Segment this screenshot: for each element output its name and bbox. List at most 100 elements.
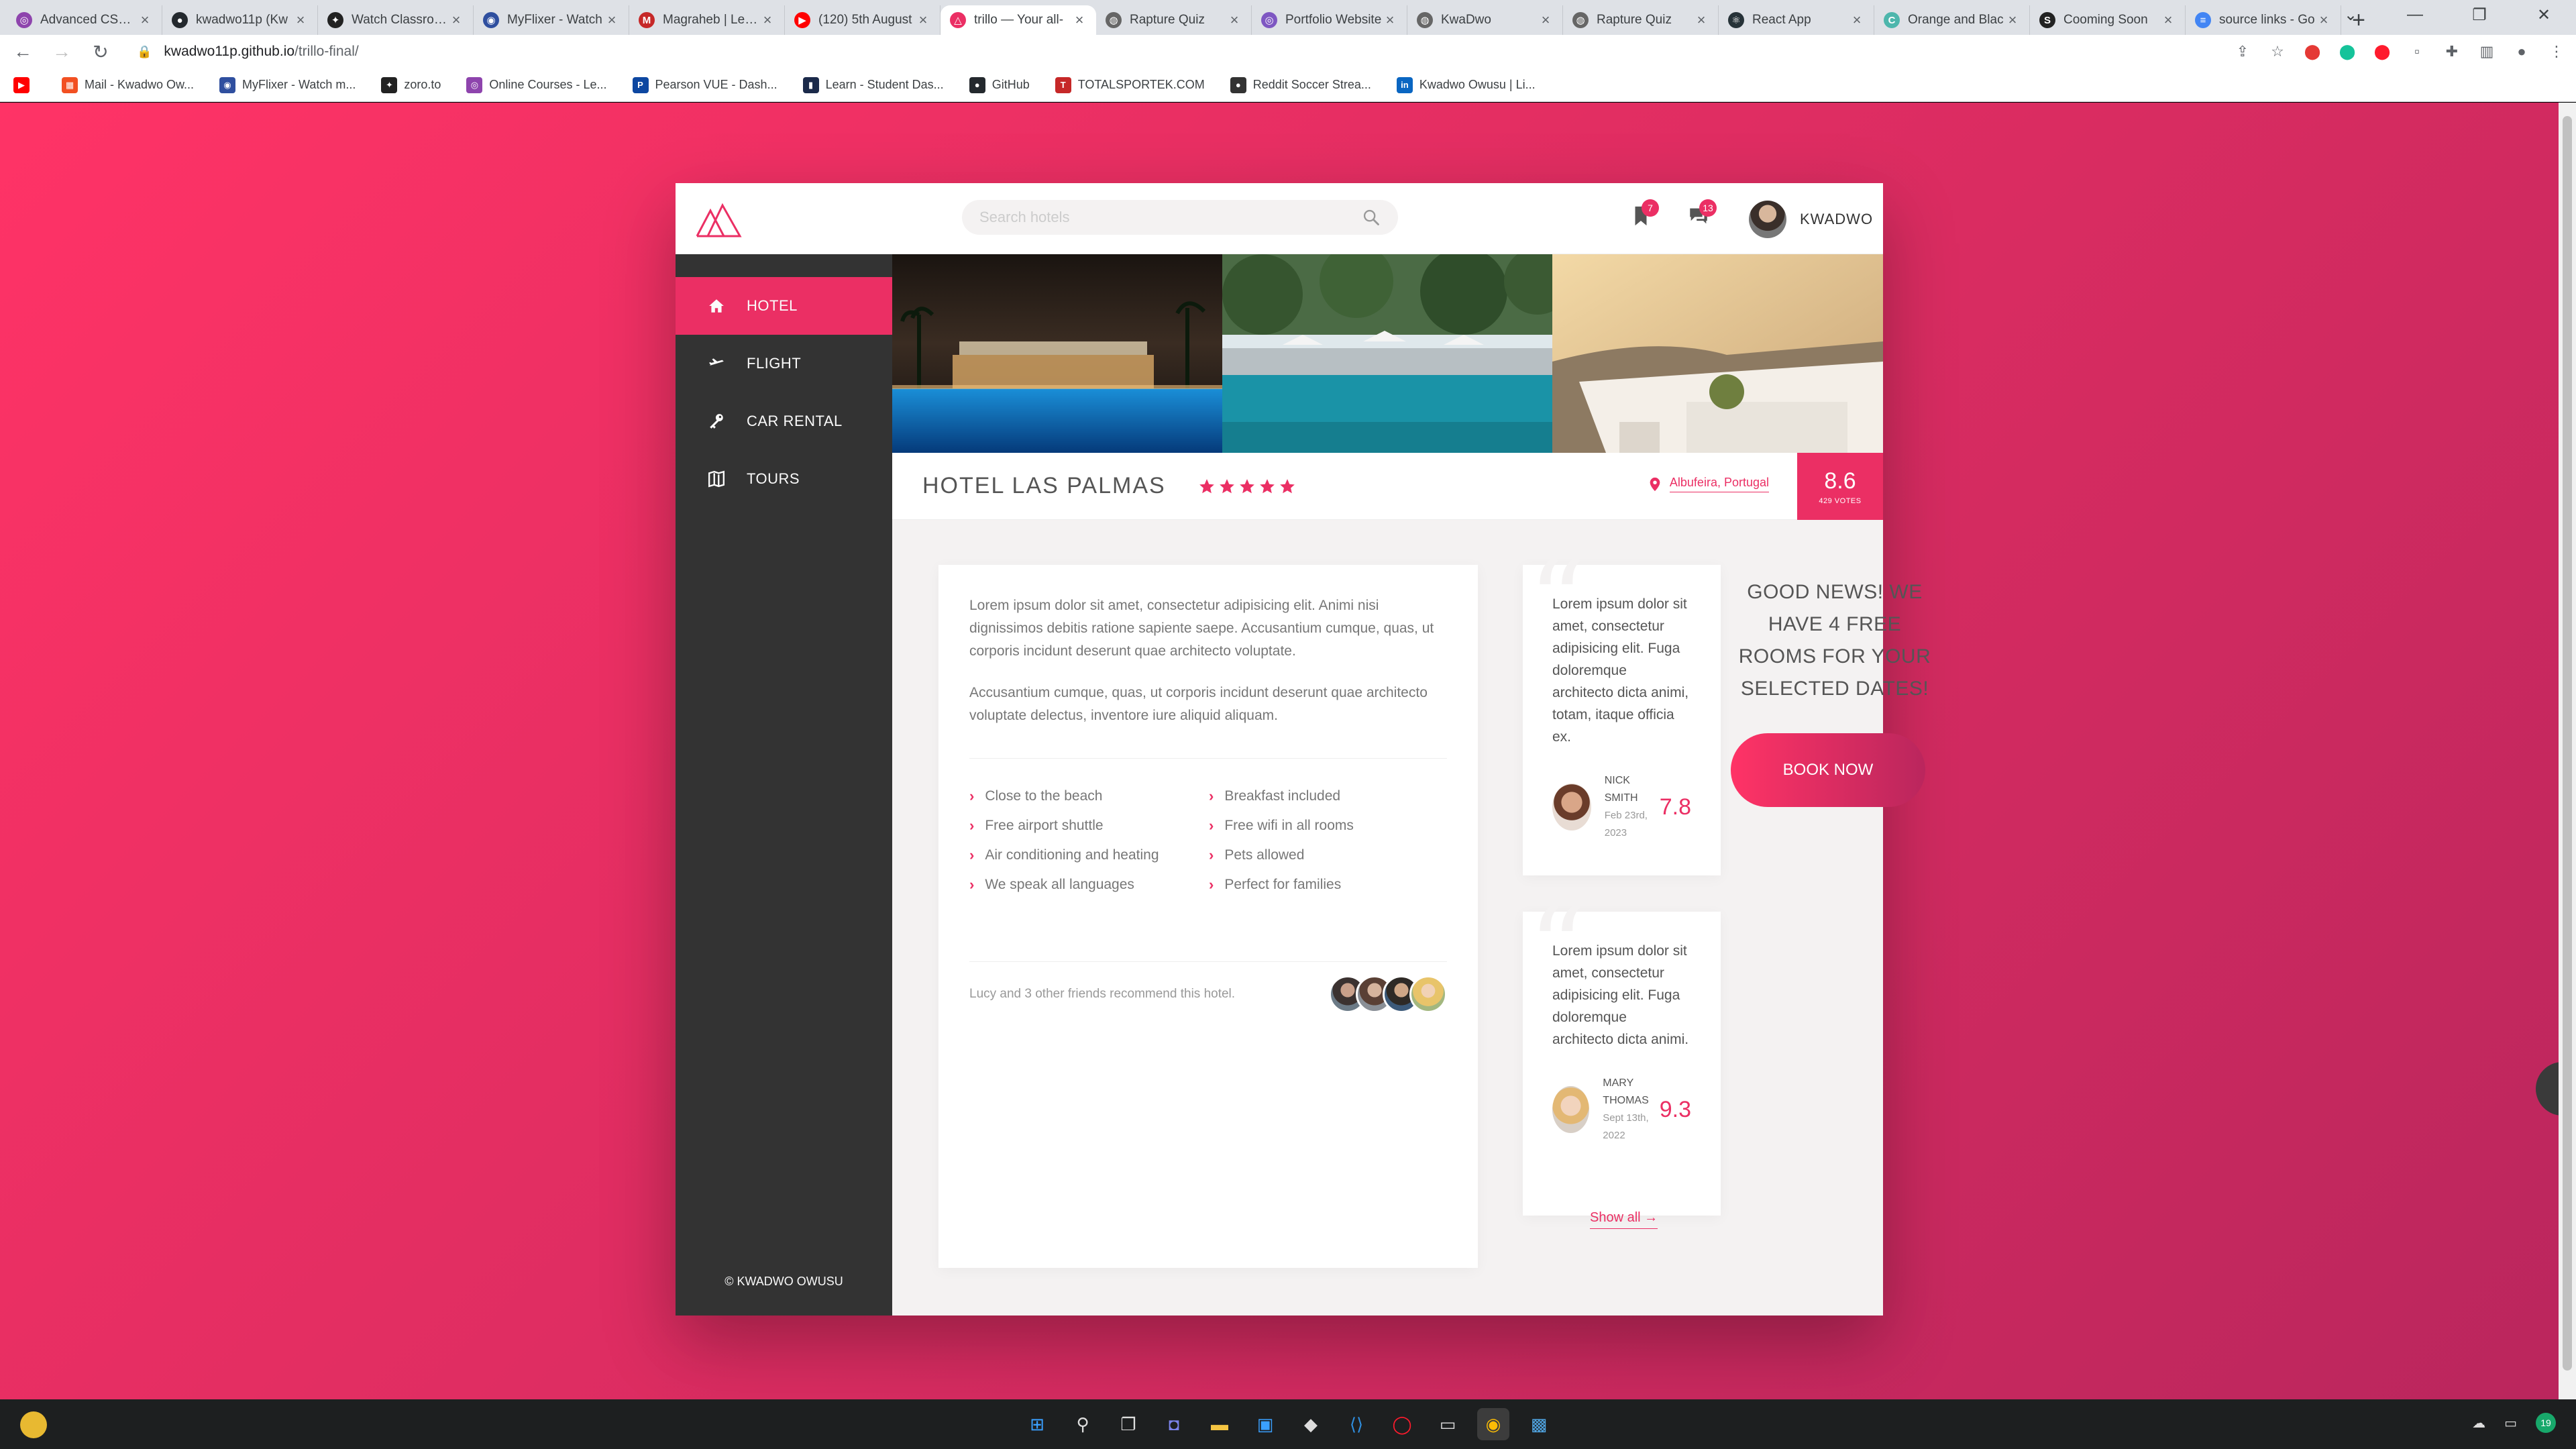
browser-tab[interactable]: ● kwadwo11p (Kw × — [162, 5, 318, 35]
lock-icon: 🔒 — [137, 44, 152, 58]
sidebar-item-flight[interactable]: Flight — [676, 335, 892, 392]
user-name: KWADWO — [1800, 211, 1874, 227]
side-panel-icon[interactable]: ▥ — [2477, 42, 2497, 62]
tab-close-icon[interactable]: × — [2161, 11, 2176, 29]
minimize-button[interactable]: — — [2383, 0, 2447, 30]
sidebar-item-hotel[interactable]: Hotel — [676, 277, 892, 335]
browser-tab[interactable]: ◉ MyFlixer - Watch × — [474, 5, 629, 35]
tab-search-icon[interactable]: ⌄ — [2318, 0, 2383, 30]
tab-close-icon[interactable]: × — [1694, 11, 1709, 29]
tab-close-icon[interactable]: × — [760, 11, 775, 29]
gallery-photo-cliff-terrace[interactable] — [1552, 254, 1883, 453]
browser-tab[interactable]: ▶ (120) 5th August × — [785, 5, 941, 35]
back-button[interactable]: ← — [9, 38, 36, 65]
hotel-location-link[interactable]: Albufeira, Portugal — [1648, 476, 1769, 492]
profile-avatar-icon[interactable]: ● — [2512, 42, 2532, 62]
hotel-view: Hotel Las Palmas Albufeira, Portugal 8.6… — [892, 254, 1931, 1316]
sidebar-item-car-rental[interactable]: Car rental — [676, 392, 892, 450]
teams-chat-icon[interactable]: ◘ — [1158, 1408, 1190, 1440]
cloud-icon[interactable]: ☁ — [2472, 1415, 2485, 1432]
tab-close-icon[interactable]: × — [1072, 11, 1087, 29]
sidebar-item-tours[interactable]: Tours — [676, 450, 892, 508]
scrollbar-thumb[interactable] — [2563, 116, 2572, 1371]
tab-close-icon[interactable]: × — [1383, 11, 1397, 29]
browser-tab[interactable]: C Orange and Blac × — [1874, 5, 2030, 35]
trillo-logo-icon[interactable] — [696, 201, 743, 239]
browser-tab[interactable]: S Cooming Soon × — [2030, 5, 2186, 35]
terminal-icon[interactable]: ▭ — [1432, 1408, 1464, 1440]
tab-close-icon[interactable]: × — [138, 11, 152, 29]
tab-close-icon[interactable]: × — [1849, 11, 1864, 29]
bookmark-item[interactable]: ● Reddit Soccer Strea... — [1230, 76, 1371, 93]
user-nav[interactable]: KWADWO — [1749, 201, 1873, 238]
review-rating: 9.3 — [1659, 1096, 1691, 1122]
close-window-button[interactable]: ✕ — [2512, 0, 2576, 30]
tab-close-icon[interactable]: × — [604, 11, 619, 29]
messages-nav[interactable]: 13 — [1687, 199, 1717, 231]
display-icon[interactable]: ▭ — [2504, 1415, 2517, 1432]
browser-tab[interactable]: △ trillo — Your all- × — [941, 5, 1096, 35]
bookmark-item[interactable]: ◎ Online Courses - Le... — [466, 76, 607, 93]
browser-tab[interactable]: ⚛ React App × — [1719, 5, 1874, 35]
task-view-icon[interactable]: ❐ — [1112, 1408, 1144, 1440]
tab-close-icon[interactable]: × — [1538, 11, 1553, 29]
bookmark-favicon-icon: P — [632, 76, 649, 93]
notification-badge[interactable]: 19 — [2536, 1413, 2556, 1433]
book-now-button[interactable]: Book now — [1731, 733, 1925, 807]
url-field[interactable]: 🔒 kwadwo11p.github.io/trillo-final/ — [126, 39, 2219, 64]
bookmark-item[interactable]: T TOTALSPORTEK.COM — [1055, 76, 1205, 93]
tab-close-icon[interactable]: × — [1227, 11, 1242, 29]
bookmark-star-icon[interactable]: ☆ — [2267, 42, 2288, 62]
opera-extension-icon[interactable]: ⬤ — [2372, 42, 2392, 62]
friend-avatar[interactable] — [1409, 975, 1447, 1013]
browser-tab[interactable]: ◍ KwaDwo × — [1407, 5, 1563, 35]
browser-tab[interactable]: M Magraheb | Let m × — [629, 5, 785, 35]
tab-close-icon[interactable]: × — [293, 11, 308, 29]
store-icon[interactable]: ▣ — [1249, 1408, 1281, 1440]
opera-icon[interactable]: ◯ — [1386, 1408, 1418, 1440]
bookmark-item[interactable]: ▶ — [13, 76, 36, 93]
menu-kebab-icon[interactable]: ⋮ — [2546, 42, 2567, 62]
bookmark-item[interactable]: ▮ Learn - Student Das... — [802, 76, 944, 93]
gallery-photo-night-pool[interactable] — [892, 254, 1222, 453]
tab-close-icon[interactable]: × — [2005, 11, 2020, 29]
search-icon[interactable] — [1362, 208, 1381, 227]
bookmark-item[interactable]: ● GitHub — [969, 76, 1030, 93]
bookmark-item[interactable]: P Pearson VUE - Dash... — [632, 76, 777, 93]
gallery-photo-resort-pool[interactable] — [1222, 254, 1552, 453]
adblock-icon[interactable]: ⬤ — [2302, 42, 2322, 62]
restore-button[interactable]: ❐ — [2447, 0, 2512, 30]
star-icon — [1259, 478, 1275, 493]
bookmark-label: Learn - Student Das... — [825, 78, 944, 91]
browser-tab[interactable]: ◎ Advanced CSS an × — [7, 5, 162, 35]
bookmark-item[interactable]: ▦ Mail - Kwadwo Ow... — [62, 76, 194, 93]
browser-tab[interactable]: ✦ Watch Classroom × — [318, 5, 474, 35]
unity-icon[interactable]: ◆ — [1295, 1408, 1327, 1440]
page-scrollbar[interactable] — [2559, 103, 2576, 1399]
browser-tab[interactable]: ◍ Rapture Quiz × — [1096, 5, 1252, 35]
grammarly-icon[interactable]: ⬤ — [2337, 42, 2357, 62]
window-controls: ⌄ — ❐ ✕ — [2318, 0, 2576, 30]
file-explorer-icon[interactable]: ▬ — [1203, 1408, 1236, 1440]
search-input[interactable] — [979, 209, 1362, 226]
extension-icon[interactable]: ▫ — [2407, 42, 2427, 62]
search-taskbar-icon[interactable]: ⚲ — [1067, 1408, 1099, 1440]
weather-widget-icon[interactable] — [20, 1411, 47, 1438]
browser-tab[interactable]: ◎ Portfolio Website × — [1252, 5, 1407, 35]
chrome-icon[interactable]: ◉ — [1477, 1408, 1509, 1440]
reload-button[interactable]: ↻ — [87, 38, 114, 65]
extensions-puzzle-icon[interactable]: ✚ — [2442, 42, 2462, 62]
bookmark-item[interactable]: ◉ MyFlixer - Watch m... — [219, 76, 356, 93]
forward-button[interactable]: → — [48, 38, 75, 65]
show-all-reviews-link[interactable]: Show all → — [1590, 1210, 1658, 1229]
browser-tab[interactable]: ◍ Rapture Quiz × — [1563, 5, 1719, 35]
tab-close-icon[interactable]: × — [916, 11, 930, 29]
bookmark-item[interactable]: ✦ zoro.to — [381, 76, 441, 93]
tab-close-icon[interactable]: × — [449, 11, 464, 29]
start-menu-icon[interactable]: ⊞ — [1021, 1408, 1053, 1440]
bookmarks-nav[interactable]: 7 — [1629, 199, 1659, 231]
photos-icon[interactable]: ▩ — [1523, 1408, 1555, 1440]
bookmark-item[interactable]: in Kwadwo Owusu | Li... — [1396, 76, 1536, 93]
share-icon[interactable]: ⇪ — [2233, 42, 2253, 62]
vscode-icon[interactable]: ⟨⟩ — [1340, 1408, 1373, 1440]
